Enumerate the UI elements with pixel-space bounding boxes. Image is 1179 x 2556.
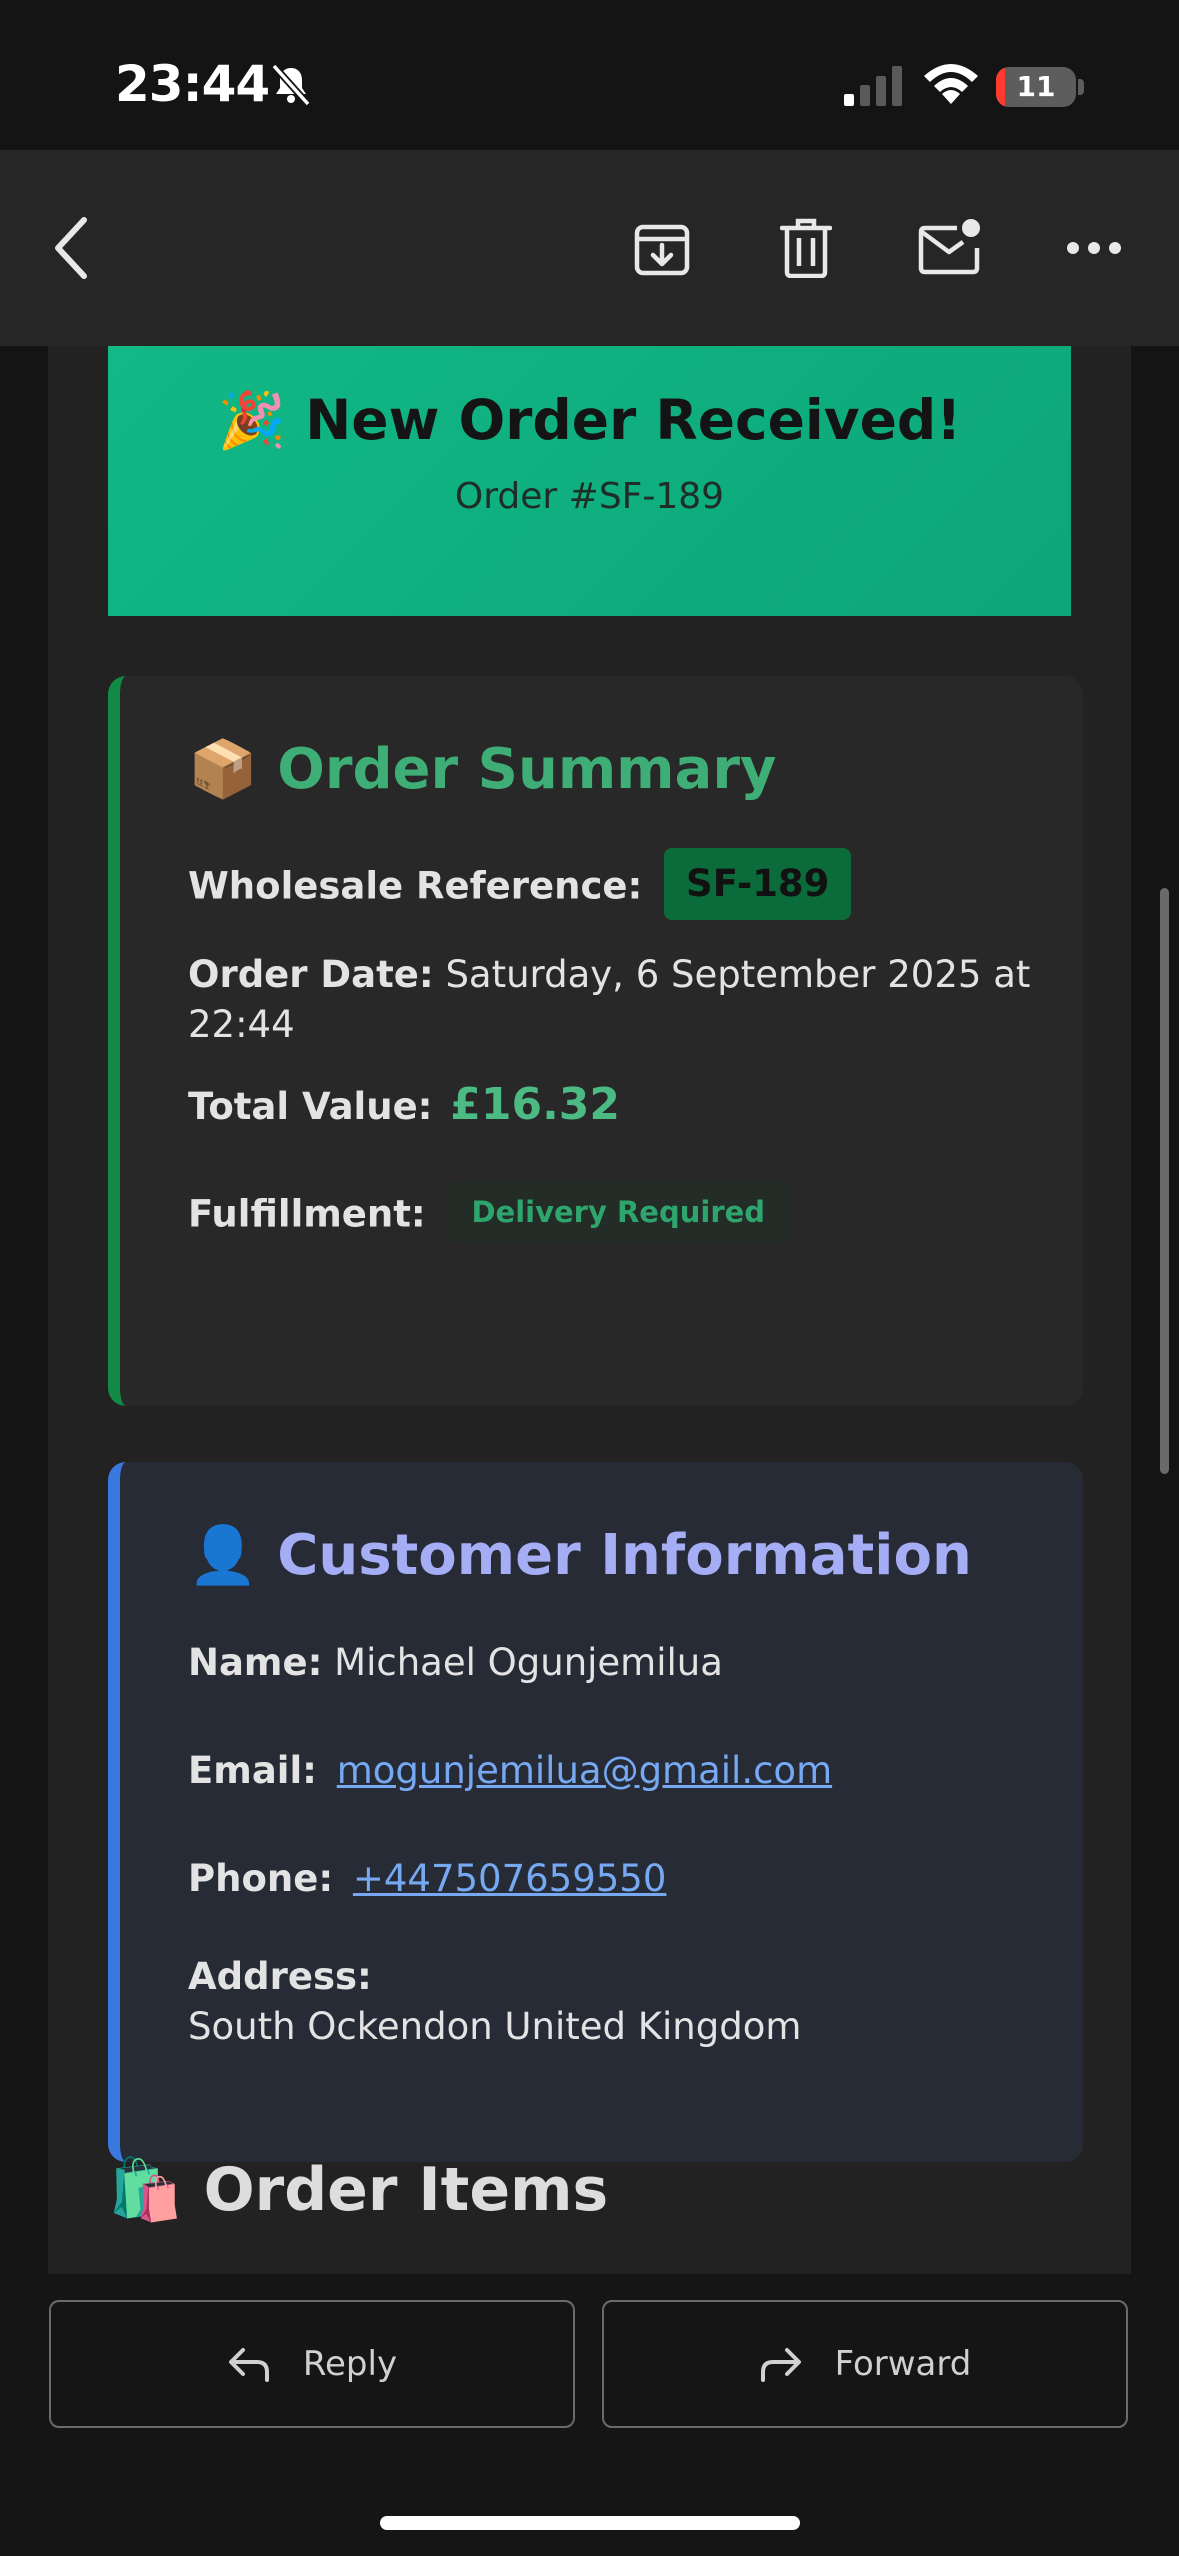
status-time: 23:44 bbox=[115, 55, 270, 113]
wifi-icon bbox=[924, 64, 978, 104]
home-indicator[interactable] bbox=[380, 2516, 800, 2530]
battery-tip bbox=[1078, 79, 1084, 95]
customer-phone-link[interactable]: +447507659550 bbox=[353, 1857, 667, 1900]
wholesale-reference-row: Wholesale Reference: SF-189 bbox=[188, 848, 1038, 924]
banner-title: 🎉 New Order Received! bbox=[217, 388, 962, 452]
wholesale-reference-badge: SF-189 bbox=[664, 848, 852, 920]
archive-icon bbox=[634, 224, 690, 276]
back-button[interactable] bbox=[30, 150, 110, 346]
scrollbar[interactable] bbox=[1160, 888, 1169, 1474]
archive-button[interactable] bbox=[622, 150, 702, 346]
battery-level: 11 bbox=[1016, 70, 1056, 103]
forward-label: Forward bbox=[834, 2344, 972, 2384]
customer-email-row: Email: mogunjemilua@gmail.com bbox=[188, 1746, 1038, 1796]
customer-name-row: Name: Michael Ogunjemilua bbox=[188, 1638, 1038, 1688]
customer-information-card: 👤 Customer Information Name: Michael Ogu… bbox=[108, 1462, 1083, 2162]
total-value: £16.32 bbox=[450, 1079, 621, 1130]
email-body: 🎉 New Order Received! Order #SF-189 📦 Or… bbox=[48, 346, 1131, 2274]
customer-phone-row: Phone: +447507659550 bbox=[188, 1854, 1038, 1904]
mark-unread-button[interactable] bbox=[910, 150, 990, 346]
bell-slash-icon bbox=[271, 63, 311, 107]
order-banner: 🎉 New Order Received! Order #SF-189 bbox=[108, 346, 1071, 616]
wholesale-reference-label: Wholesale Reference: bbox=[188, 864, 643, 908]
customer-email-label: Email: bbox=[188, 1749, 317, 1792]
status-bar: 23:44 11 bbox=[0, 0, 1179, 150]
forward-button[interactable]: Forward bbox=[602, 2300, 1128, 2428]
customer-phone-label: Phone: bbox=[188, 1857, 334, 1900]
more-button[interactable] bbox=[1054, 150, 1134, 346]
customer-email-link[interactable]: mogunjemilua@gmail.com bbox=[337, 1749, 832, 1792]
trash-icon bbox=[780, 218, 832, 278]
customer-address-row: Address: South Ockendon United Kingdom bbox=[188, 1952, 1038, 2052]
customer-name-value: Michael Ogunjemilua bbox=[334, 1641, 723, 1684]
forward-icon bbox=[760, 2348, 801, 2382]
total-value-label: Total Value: bbox=[188, 1085, 433, 1128]
order-summary-title: 📦 Order Summary bbox=[188, 737, 777, 802]
more-icon bbox=[1067, 242, 1121, 254]
bottom-action-bar: Reply Forward bbox=[0, 2274, 1179, 2556]
mark-unread-icon bbox=[918, 219, 980, 275]
order-items-title: 🛍️ Order Items bbox=[108, 2155, 609, 2225]
order-date-row: Order Date: Saturday, 6 September 2025 a… bbox=[188, 950, 1038, 1050]
customer-name-label: Name: bbox=[188, 1641, 323, 1684]
order-summary-card: 📦 Order Summary Wholesale Reference: SF-… bbox=[108, 676, 1083, 1406]
customer-address-value: South Ockendon United Kingdom bbox=[188, 2005, 802, 2048]
fulfillment-badge: Delivery Required bbox=[447, 1182, 790, 1242]
banner-subtitle: Order #SF-189 bbox=[454, 476, 725, 517]
reply-label: Reply bbox=[302, 2344, 398, 2384]
customer-information-title: 👤 Customer Information bbox=[188, 1523, 972, 1588]
back-chevron-icon bbox=[55, 217, 87, 279]
order-date-label: Order Date: bbox=[188, 953, 434, 996]
customer-address-label: Address: bbox=[188, 1955, 372, 1998]
battery-icon: 11 bbox=[996, 67, 1076, 107]
fulfillment-label: Fulfillment: bbox=[188, 1192, 426, 1236]
total-value-row: Total Value: £16.32 bbox=[188, 1080, 1038, 1132]
cellular-signal-icon bbox=[844, 66, 902, 106]
delete-button[interactable] bbox=[766, 150, 846, 346]
reply-button[interactable]: Reply bbox=[49, 2300, 575, 2428]
fulfillment-row: Fulfillment: Delivery Required bbox=[188, 1182, 1038, 1246]
email-toolbar bbox=[0, 150, 1179, 346]
reply-icon bbox=[228, 2348, 269, 2382]
